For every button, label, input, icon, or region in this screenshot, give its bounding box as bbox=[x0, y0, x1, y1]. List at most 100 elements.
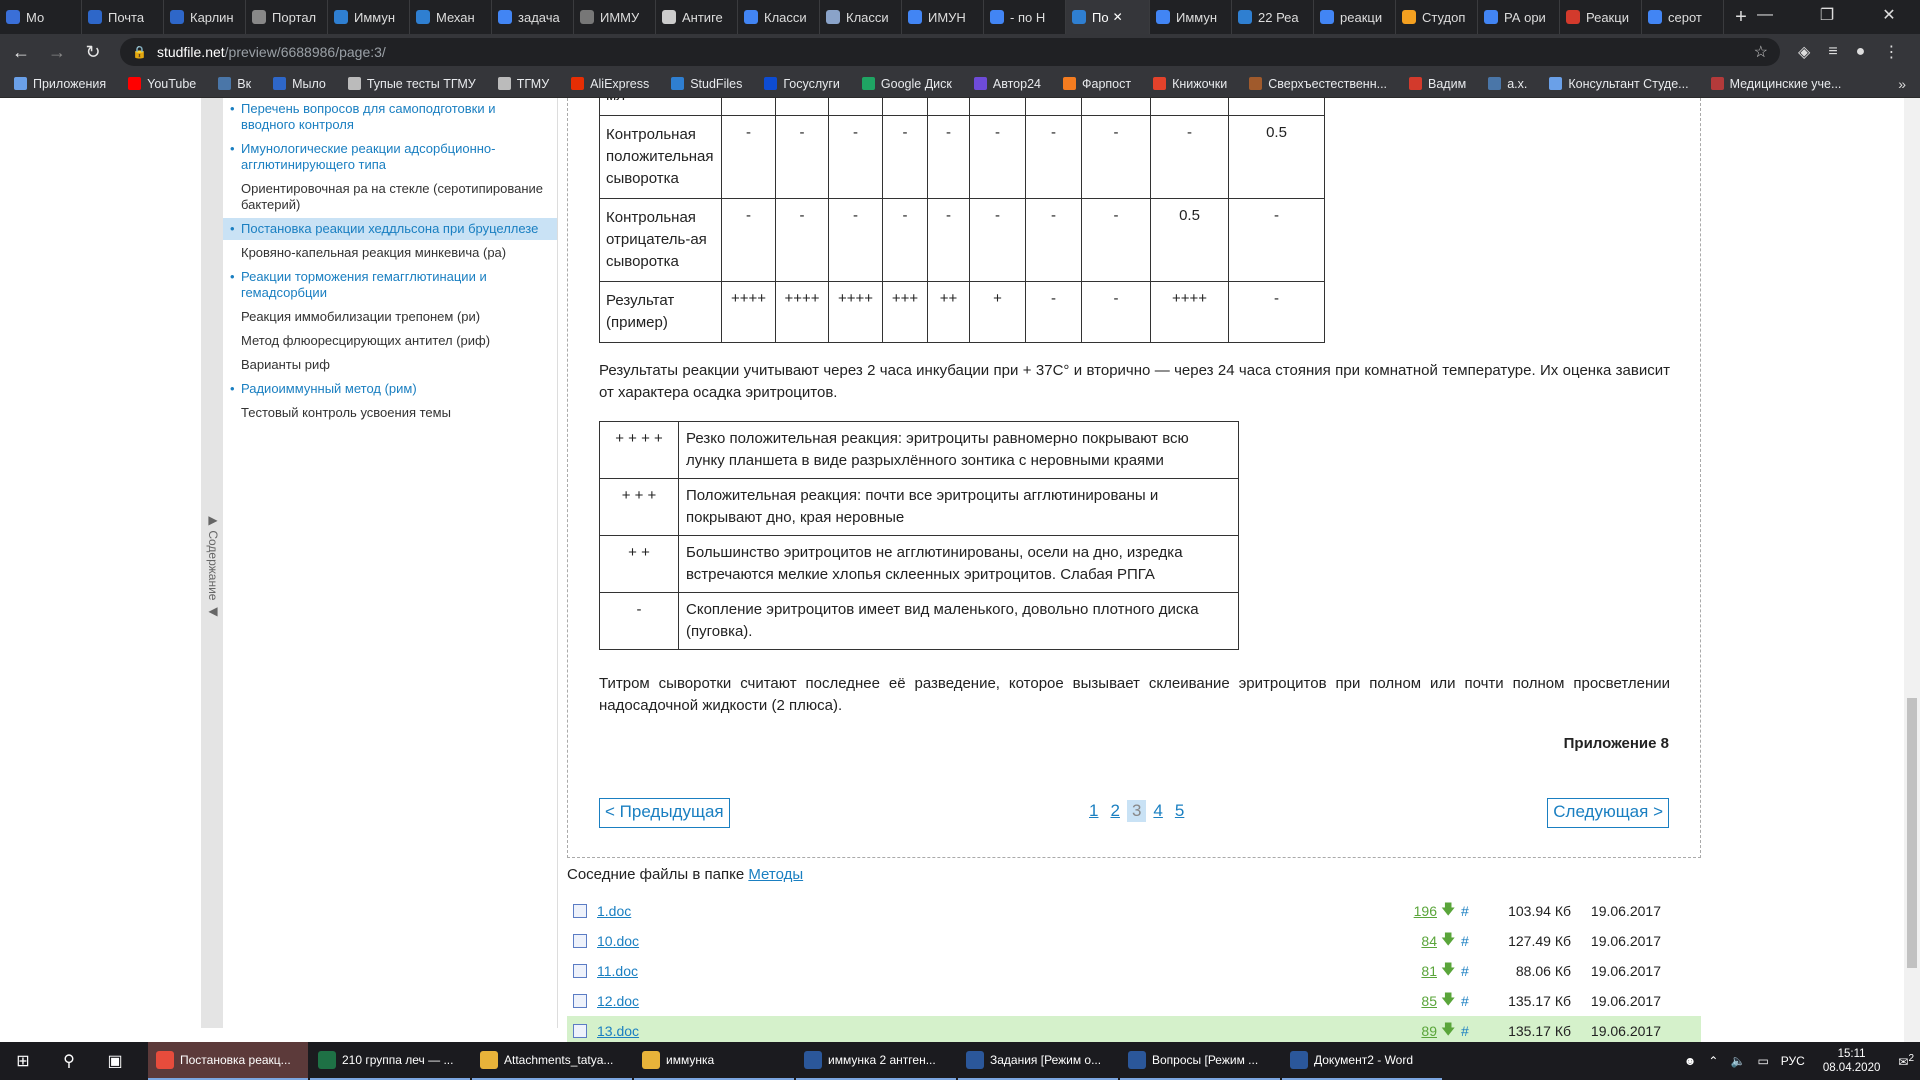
browser-tab[interactable]: ИМУН bbox=[902, 0, 984, 34]
taskbar-app[interactable]: иммунка 2 антген... bbox=[796, 1042, 956, 1080]
playlist-icon[interactable]: ≡ bbox=[1828, 43, 1837, 61]
browser-tab[interactable]: Почта bbox=[82, 0, 164, 34]
address-bar[interactable]: 🔒 studfile.net /preview/6688986/page:3/ … bbox=[120, 38, 1780, 66]
shield-icon[interactable]: ◈ bbox=[1798, 42, 1810, 62]
browser-tab[interactable]: реакци bbox=[1314, 0, 1396, 34]
star-icon[interactable]: ☆ bbox=[1754, 42, 1768, 62]
page-scrollbar[interactable] bbox=[1904, 98, 1920, 1042]
toc-item[interactable]: Ориентировочная ра на стекле (серотипиро… bbox=[223, 178, 557, 216]
page-link[interactable]: 5 bbox=[1170, 800, 1189, 822]
reload-icon[interactable]: ↻ bbox=[78, 37, 108, 67]
bookmark-item[interactable]: Вадим bbox=[1409, 77, 1466, 91]
bookmark-item[interactable]: Консультант Студе... bbox=[1549, 77, 1689, 91]
taskbar-app[interactable]: Документ2 - Word bbox=[1282, 1042, 1442, 1080]
file-anchor-link[interactable]: # bbox=[1461, 963, 1491, 979]
menu-icon[interactable]: ⋮ bbox=[1883, 42, 1899, 62]
browser-tab[interactable]: задача bbox=[492, 0, 574, 34]
file-link[interactable]: 13.doc bbox=[597, 1023, 1397, 1039]
file-link[interactable]: 12.doc bbox=[597, 993, 1397, 1009]
taskbar-app[interactable]: Вопросы [Режим ... bbox=[1120, 1042, 1280, 1080]
download-count[interactable]: 84 bbox=[1397, 933, 1437, 949]
tab-close-icon[interactable]: ✕ bbox=[1113, 10, 1123, 24]
task-view-icon[interactable]: ▣ bbox=[92, 1042, 138, 1080]
toc-item[interactable]: Перечень вопросов для самоподготовки и в… bbox=[223, 98, 557, 136]
chevron-up-icon[interactable]: ⌃ bbox=[1708, 1054, 1718, 1068]
file-anchor-link[interactable]: # bbox=[1461, 903, 1491, 919]
download-count[interactable]: 196 bbox=[1397, 903, 1437, 919]
bookmark-item[interactable]: Мыло bbox=[273, 77, 326, 91]
toc-toggle[interactable]: ▶ Содержание ◀ bbox=[204, 513, 220, 618]
file-anchor-link[interactable]: # bbox=[1461, 933, 1491, 949]
toc-item[interactable]: Варианты риф bbox=[223, 354, 557, 376]
scrollbar-thumb[interactable] bbox=[1907, 698, 1917, 968]
bookmarks-more-button[interactable]: » bbox=[1898, 76, 1906, 92]
file-anchor-link[interactable]: # bbox=[1461, 993, 1491, 1009]
bookmark-item[interactable]: StudFiles bbox=[671, 77, 742, 91]
windows-start-icon[interactable]: ⊞ bbox=[0, 1042, 46, 1080]
bookmark-item[interactable]: Медицинские уче... bbox=[1710, 77, 1841, 91]
toc-item[interactable]: Тестовый контроль усвоения темы bbox=[223, 402, 557, 424]
taskbar-app[interactable]: Attachments_tatya... bbox=[472, 1042, 632, 1080]
folder-link[interactable]: Методы bbox=[748, 866, 803, 883]
notification-icon[interactable]: ✉2 bbox=[1898, 1053, 1914, 1069]
next-page-button[interactable]: Следующая > bbox=[1547, 798, 1669, 828]
bookmark-item[interactable]: Приложения bbox=[14, 77, 106, 91]
download-arrow-icon[interactable]: 🡇 bbox=[1441, 929, 1455, 953]
browser-tab[interactable]: 22 Реа bbox=[1232, 0, 1314, 34]
profile-icon[interactable]: ● bbox=[1856, 43, 1866, 61]
download-count[interactable]: 85 bbox=[1397, 993, 1437, 1009]
page-link[interactable]: 1 bbox=[1084, 800, 1103, 822]
file-link[interactable]: 10.doc bbox=[597, 933, 1397, 949]
toc-item[interactable]: Реакция иммобилизации трепонем (ри) bbox=[223, 306, 557, 328]
bookmark-item[interactable]: Вк bbox=[218, 77, 251, 91]
bookmark-item[interactable]: Сверхъестественн... bbox=[1249, 77, 1387, 91]
browser-tab[interactable]: Антиге bbox=[656, 0, 738, 34]
browser-tab[interactable]: Класси bbox=[820, 0, 902, 34]
search-icon[interactable]: ⚲ bbox=[46, 1042, 92, 1080]
page-link[interactable]: 2 bbox=[1105, 800, 1124, 822]
toc-item[interactable]: Метод флюоресцирующих антител (риф) bbox=[223, 330, 557, 352]
bookmark-item[interactable]: Google Диск bbox=[861, 77, 952, 91]
bookmark-item[interactable]: Фарпост bbox=[1062, 77, 1131, 91]
file-anchor-link[interactable]: # bbox=[1461, 1023, 1491, 1039]
bookmark-item[interactable]: Госуслуги bbox=[764, 77, 840, 91]
prev-page-button[interactable]: < Предыдущая bbox=[599, 798, 730, 828]
bookmark-item[interactable]: а.х. bbox=[1488, 77, 1527, 91]
maximize-button[interactable]: ❐ bbox=[1796, 0, 1858, 30]
file-link[interactable]: 1.doc bbox=[597, 903, 1397, 919]
browser-tab[interactable]: РА ори bbox=[1478, 0, 1560, 34]
browser-tab[interactable]: Мо bbox=[0, 0, 82, 34]
page-link[interactable]: 4 bbox=[1148, 800, 1167, 822]
network-icon[interactable]: ▭ bbox=[1757, 1054, 1768, 1068]
toc-item[interactable]: Радиоиммунный метод (рим) bbox=[223, 378, 557, 400]
bookmark-item[interactable]: AliExpress bbox=[571, 77, 649, 91]
language-indicator[interactable]: РУС bbox=[1781, 1054, 1805, 1068]
file-link[interactable]: 11.doc bbox=[597, 963, 1397, 979]
toc-item[interactable]: Реакции торможения гемагглютинации и гем… bbox=[223, 266, 557, 304]
download-arrow-icon[interactable]: 🡇 bbox=[1441, 899, 1455, 923]
bookmark-item[interactable]: Автор24 bbox=[973, 77, 1041, 91]
taskbar-app[interactable]: Постановка реакц... bbox=[148, 1042, 308, 1080]
browser-tab[interactable]: ИММУ bbox=[574, 0, 656, 34]
browser-tab[interactable]: По ✕ bbox=[1066, 0, 1150, 34]
toc-item[interactable]: Кровяно-капельная реакция минкевича (ра) bbox=[223, 242, 557, 264]
browser-tab[interactable]: Иммун bbox=[1150, 0, 1232, 34]
forward-icon[interactable]: → bbox=[42, 37, 72, 67]
download-arrow-icon[interactable]: 🡇 bbox=[1441, 959, 1455, 983]
volume-icon[interactable]: 🔈 bbox=[1730, 1054, 1745, 1068]
bookmark-item[interactable]: YouTube bbox=[128, 77, 196, 91]
back-icon[interactable]: ← bbox=[6, 37, 36, 67]
toc-item[interactable]: Постановка реакции хеддльсона при бруцел… bbox=[223, 218, 557, 240]
browser-tab[interactable]: - по Н bbox=[984, 0, 1066, 34]
bookmark-item[interactable]: ТГМУ bbox=[497, 77, 549, 91]
taskbar-app[interactable]: иммунка bbox=[634, 1042, 794, 1080]
taskbar-app[interactable]: Задания [Режим о... bbox=[958, 1042, 1118, 1080]
download-arrow-icon[interactable]: 🡇 bbox=[1441, 1019, 1455, 1042]
bookmark-item[interactable]: Тупые тесты ТГМУ bbox=[347, 77, 476, 91]
download-arrow-icon[interactable]: 🡇 bbox=[1441, 989, 1455, 1013]
browser-tab[interactable]: Карлин bbox=[164, 0, 246, 34]
browser-tab[interactable]: Механ bbox=[410, 0, 492, 34]
people-icon[interactable]: ☻ bbox=[1684, 1054, 1697, 1068]
browser-tab[interactable]: Портал bbox=[246, 0, 328, 34]
browser-tab[interactable]: Реакци bbox=[1560, 0, 1642, 34]
